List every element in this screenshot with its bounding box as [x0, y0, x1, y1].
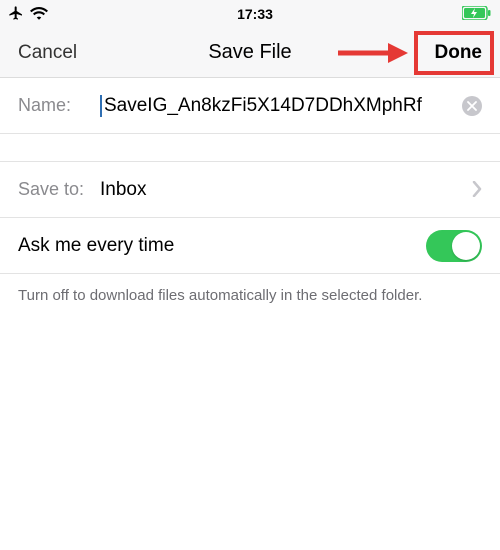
name-label: Name:: [18, 95, 100, 116]
clear-icon[interactable]: [462, 96, 482, 116]
ask-toggle-switch[interactable]: [426, 230, 482, 262]
status-bar: 17:33: [0, 0, 500, 28]
ask-toggle-label: Ask me every time: [18, 235, 426, 257]
airplane-icon: [8, 5, 24, 24]
save-to-label: Save to:: [18, 179, 100, 200]
battery-icon: [462, 6, 492, 23]
cancel-button[interactable]: Cancel: [18, 42, 77, 64]
status-time: 17:33: [237, 6, 273, 22]
save-to-value: Inbox: [100, 179, 472, 201]
chevron-right-icon: [472, 177, 482, 203]
filename-input[interactable]: [100, 95, 456, 117]
name-row: Name:: [0, 78, 500, 134]
save-to-row[interactable]: Save to: Inbox: [0, 162, 500, 218]
annotation-arrow-icon: [338, 43, 408, 63]
footer-description: Turn off to download files automatically…: [0, 274, 500, 318]
nav-bar: Cancel Save File Done: [0, 28, 500, 78]
spacer: [0, 134, 500, 162]
switch-knob: [452, 232, 480, 260]
done-button[interactable]: Done: [435, 42, 483, 64]
ask-toggle-row: Ask me every time: [0, 218, 500, 274]
wifi-icon: [30, 6, 48, 23]
